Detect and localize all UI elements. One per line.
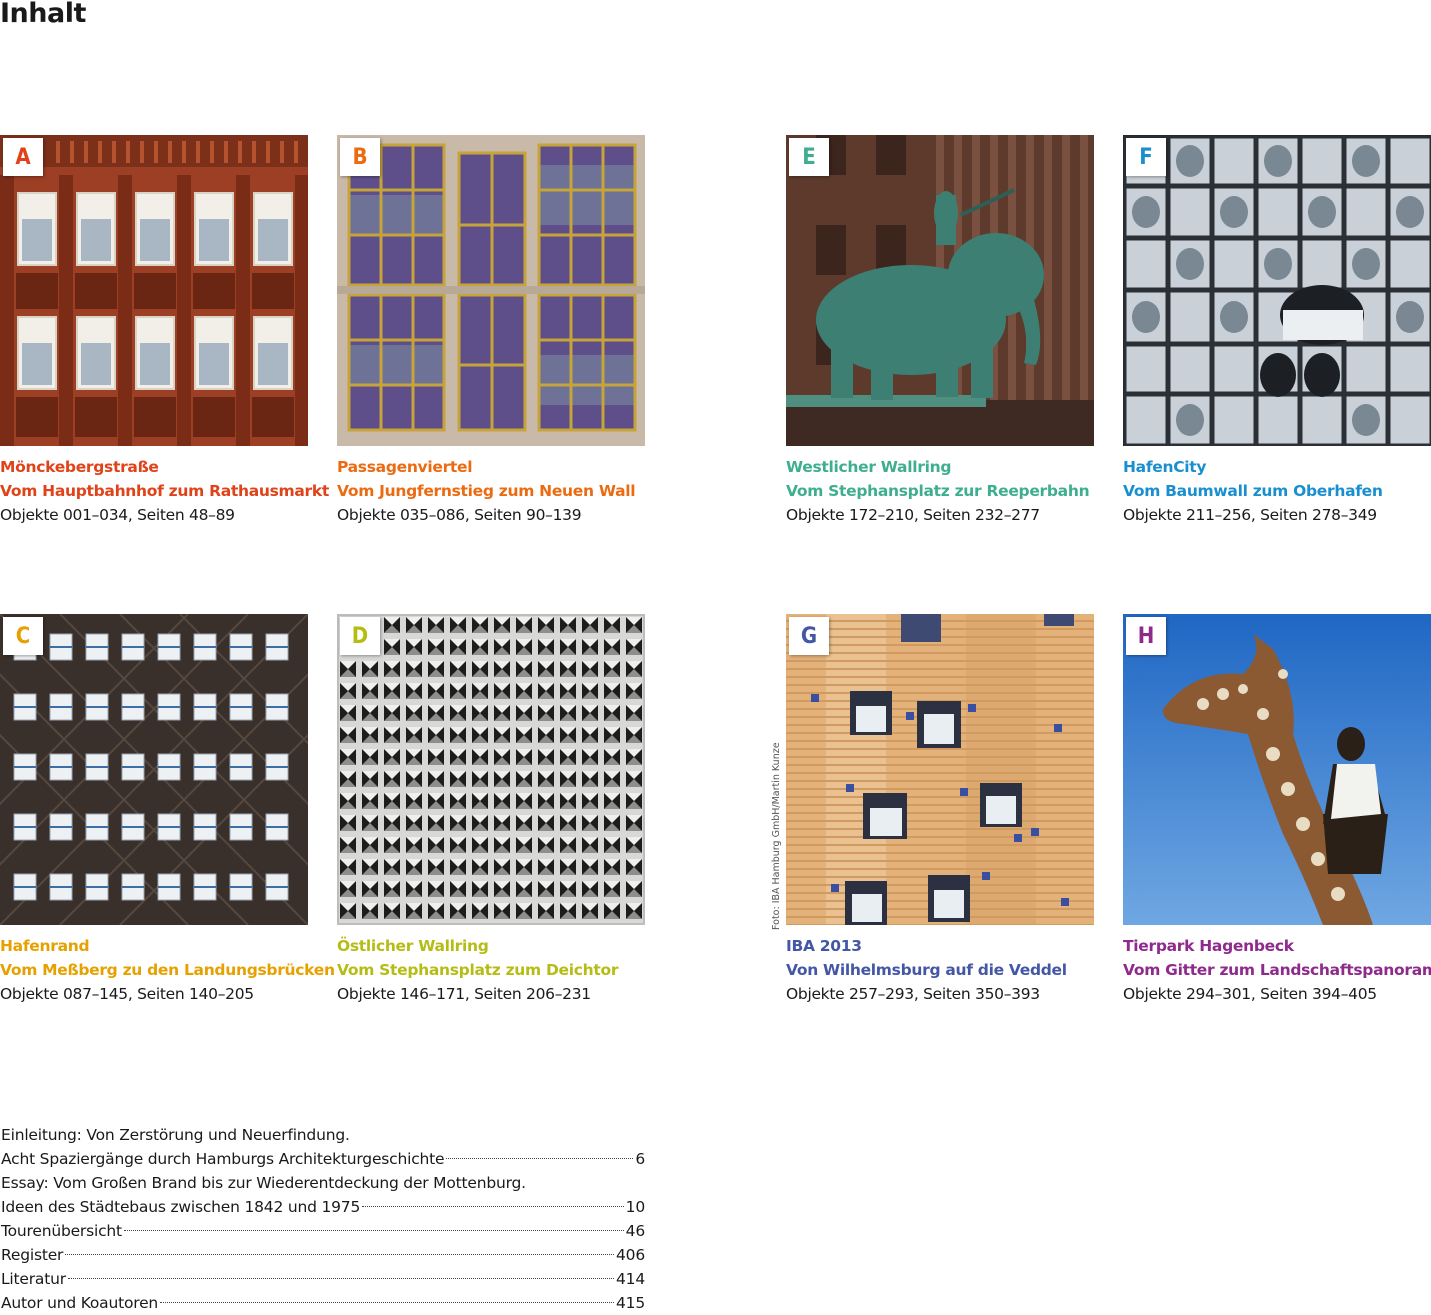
tour-card-f[interactable]: F HafenCity Vom Baumwall zum Oberhafen O… bbox=[1123, 135, 1431, 527]
tour-letter-badge: B bbox=[340, 138, 380, 176]
table-of-contents: Einleitung: Von Zerstörung und Neuerfind… bbox=[1, 1123, 645, 1315]
tour-letter-badge: G bbox=[789, 617, 829, 655]
tour-title: Östlicher Wallring bbox=[337, 937, 489, 955]
toc-entry[interactable]: Ideen des Städtebaus zwischen 1842 und 1… bbox=[1, 1195, 645, 1219]
tour-subtitle: Von Wilhelmsburg auf die Veddel bbox=[786, 961, 1067, 979]
tour-title: Tierpark Hagenbeck bbox=[1123, 937, 1294, 955]
toc-entry[interactable]: Literatur 414 bbox=[1, 1267, 645, 1291]
tour-photo-b: B bbox=[337, 135, 645, 446]
tour-photo-a: A bbox=[0, 135, 308, 446]
tour-letter-badge: F bbox=[1126, 138, 1166, 176]
toc-leader bbox=[123, 1230, 624, 1231]
toc-label: Essay: Vom Großen Brand bis zur Wiederen… bbox=[1, 1174, 526, 1192]
tour-objects: Objekte 035–086, Seiten 90–139 bbox=[337, 506, 582, 524]
tour-title: IBA 2013 bbox=[786, 937, 862, 955]
toc-label: Ideen des Städtebaus zwischen 1842 und 1… bbox=[1, 1198, 361, 1216]
toc-label: Literatur bbox=[1, 1270, 66, 1288]
toc-entry[interactable]: Register 406 bbox=[1, 1243, 645, 1267]
toc-page: 6 bbox=[635, 1150, 645, 1168]
toc-leader bbox=[65, 1254, 614, 1255]
tour-title: Mönckebergstraße bbox=[0, 458, 159, 476]
toc-page: 414 bbox=[616, 1270, 645, 1288]
tour-title: Westlicher Wallring bbox=[786, 458, 952, 476]
tour-objects: Objekte 001–034, Seiten 48–89 bbox=[0, 506, 235, 524]
tour-photo-d: D bbox=[337, 614, 645, 925]
tour-letter-badge: E bbox=[789, 138, 829, 176]
tour-title: HafenCity bbox=[1123, 458, 1207, 476]
toc-label: Autor und Koautoren bbox=[1, 1294, 159, 1312]
tour-letter-badge: H bbox=[1126, 617, 1166, 655]
tour-photo-c: C bbox=[0, 614, 308, 925]
tour-subtitle: Vom Stephansplatz zur Reeperbahn bbox=[786, 482, 1090, 500]
tour-card-b[interactable]: B Passagenviertel Vom Jungfernstieg zum … bbox=[337, 135, 645, 527]
toc-leader bbox=[446, 1158, 634, 1159]
tour-subtitle: Vom Stephansplatz zum Deichtor bbox=[337, 961, 619, 979]
toc-page: 10 bbox=[625, 1198, 646, 1216]
toc-page: 415 bbox=[616, 1294, 645, 1312]
tour-subtitle: Vom Gitter zum Landschaftspanorama bbox=[1123, 961, 1431, 979]
tour-card-a[interactable]: A Mönckebergstraße Vom Hauptbahnhof zum … bbox=[0, 135, 329, 527]
tour-card-g[interactable]: G IBA 2013 Von Wilhelmsburg auf die Vedd… bbox=[786, 614, 1094, 1006]
tour-photo-f: F bbox=[1123, 135, 1431, 446]
tour-objects: Objekte 211–256, Seiten 278–349 bbox=[1123, 506, 1377, 524]
tour-objects: Objekte 294–301, Seiten 394–405 bbox=[1123, 985, 1377, 1003]
tour-subtitle: Vom Jungfernstieg zum Neuen Wall bbox=[337, 482, 636, 500]
tour-objects: Objekte 257–293, Seiten 350–393 bbox=[786, 985, 1040, 1003]
toc-page: 46 bbox=[625, 1222, 646, 1240]
toc-leader bbox=[362, 1206, 624, 1207]
toc-label: Register bbox=[1, 1246, 64, 1264]
page-title: Inhalt bbox=[0, 0, 86, 29]
tour-letter-badge: C bbox=[3, 617, 43, 655]
tour-objects: Objekte 172–210, Seiten 232–277 bbox=[786, 506, 1040, 524]
tour-letter-badge: D bbox=[340, 617, 380, 655]
tour-subtitle: Vom Baumwall zum Oberhafen bbox=[1123, 482, 1383, 500]
toc-leader bbox=[67, 1278, 614, 1279]
tour-subtitle: Vom Meßberg zu den Landungsbrücken bbox=[0, 961, 335, 979]
toc-label: Einleitung: Von Zerstörung und Neuerfind… bbox=[1, 1126, 350, 1144]
tour-photo-e: E bbox=[786, 135, 1094, 446]
toc-entry[interactable]: Autor und Koautoren 415 bbox=[1, 1291, 645, 1315]
tour-card-d[interactable]: D Östlicher Wallring Vom Stephansplatz z… bbox=[337, 614, 645, 1006]
toc-leader bbox=[160, 1302, 614, 1303]
toc-entry[interactable]: Tourenübersicht 46 bbox=[1, 1219, 645, 1243]
tour-card-c[interactable]: C Hafenrand Vom Meßberg zu den Landungsb… bbox=[0, 614, 335, 1006]
tour-card-e[interactable]: E Westlicher Wallring Vom Stephansplatz … bbox=[786, 135, 1094, 527]
tour-objects: Objekte 146–171, Seiten 206–231 bbox=[337, 985, 591, 1003]
toc-label: Tourenübersicht bbox=[1, 1222, 122, 1240]
tour-card-h[interactable]: H Tierpark Hagenbeck Vom Gitter zum Land… bbox=[1123, 614, 1431, 1006]
tour-title: Passagenviertel bbox=[337, 458, 473, 476]
tour-title: Hafenrand bbox=[0, 937, 90, 955]
tour-subtitle: Vom Hauptbahnhof zum Rathausmarkt bbox=[0, 482, 329, 500]
toc-entry[interactable]: Einleitung: Von Zerstörung und Neuerfind… bbox=[1, 1123, 645, 1147]
toc-entry[interactable]: Acht Spaziergänge durch Hamburgs Archite… bbox=[1, 1147, 645, 1171]
photo-credit: Foto: IBA Hamburg GmbH/Martin Kunze bbox=[771, 742, 782, 930]
toc-label: Acht Spaziergänge durch Hamburgs Archite… bbox=[1, 1150, 445, 1168]
toc-page: 406 bbox=[616, 1246, 645, 1264]
tour-letter-badge: A bbox=[3, 138, 43, 176]
tour-photo-g: G bbox=[786, 614, 1094, 925]
tour-objects: Objekte 087–145, Seiten 140–205 bbox=[0, 985, 254, 1003]
tour-photo-h: H bbox=[1123, 614, 1431, 925]
toc-entry[interactable]: Essay: Vom Großen Brand bis zur Wiederen… bbox=[1, 1171, 645, 1195]
